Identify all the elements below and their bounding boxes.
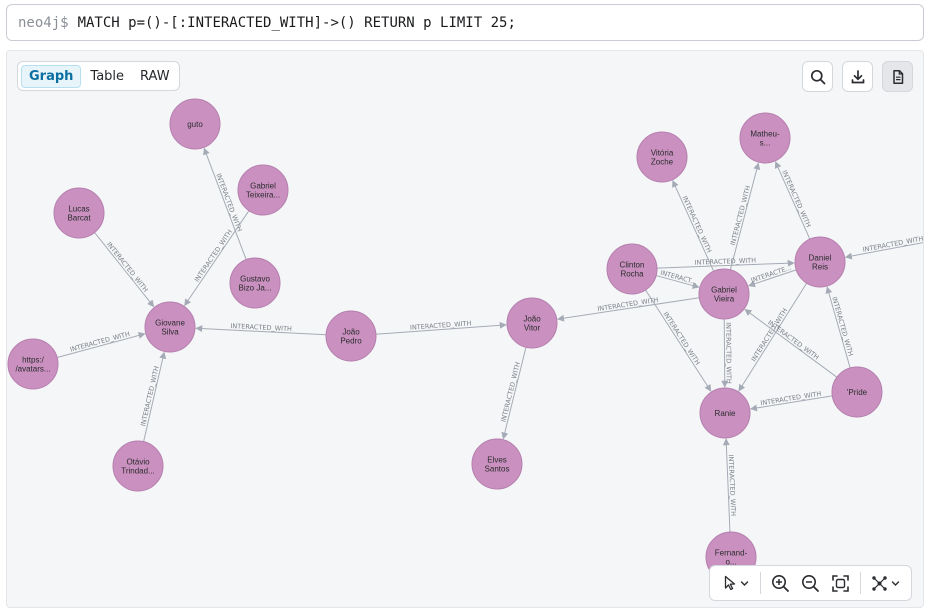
relationship-label: INTERACTED_WITH [105,241,150,294]
node-caption: Zoche [651,158,674,167]
download-icon [851,69,864,83]
node-caption: Elves [487,456,507,465]
node-caption: Vieira [714,295,735,304]
tab-raw[interactable]: RAW [133,66,177,87]
node-caption: Gustavo [240,275,270,284]
node-caption: Silva [161,328,179,337]
node-caption: Matheu- [750,130,780,139]
graph-node[interactable]: LucasBarcat [53,187,105,239]
layout-icon [871,575,887,591]
relationship-label: INTERACTED_WITH [780,169,812,229]
node-caption: Gabriel [711,286,737,295]
fit-to-screen-button[interactable] [826,569,856,597]
relationship-label: INTERACTED_WITH [139,365,161,427]
graph-node[interactable]: GabrielVieira [698,268,750,320]
node-caption: Bizo Ja... [239,284,272,293]
search-button[interactable] [802,61,833,92]
relationship-label: INTERACTED_WITH [760,390,822,408]
node-caption: Giovane [155,319,185,328]
details-panel-button[interactable] [882,61,913,92]
node-caption: guto [187,120,203,129]
node-caption: Santos [485,465,510,474]
fit-screen-icon [832,574,850,592]
relationship-label: INTERACTED_WITH [597,296,659,313]
graph-node[interactable]: ClintonRocha [606,243,658,295]
zoom-in-button[interactable] [765,569,795,597]
node-caption: s... [760,139,771,148]
node-caption: Reis [812,263,828,272]
toolbar-divider [860,572,862,594]
query-editor[interactable]: neo4j$ MATCH p=()-[:INTERACTED_WITH]->()… [6,4,924,41]
interaction-mode-button[interactable] [716,569,756,597]
node-caption: Fernand- [715,549,748,558]
graph-node[interactable]: OtávioTrindad... [112,440,164,492]
cursor-icon [724,575,736,591]
view-mode-tabs: Graph Table RAW [17,61,180,91]
node-caption: Lucas [68,205,89,214]
query-prompt: neo4j$ [18,14,69,31]
node-caption: Vitor [524,324,541,333]
node-caption: João [342,328,360,337]
toolbar-divider [759,572,761,594]
query-text[interactable]: MATCH p=()-[:INTERACTED_WITH]->() RETURN… [78,15,516,31]
node-caption: Gabriel [250,182,276,191]
node-caption: Vitória [651,149,674,158]
chevron-down-icon [740,580,749,586]
relationship-label: INTERACTED_WITH [727,454,738,516]
zoom-out-icon [802,574,819,592]
relationship-label: INTERACT... [659,269,697,287]
tab-graph[interactable]: Graph [21,64,82,88]
graph-node[interactable]: guto [169,98,221,150]
node-caption: https:/ [22,356,45,365]
relationship-label: INTERACTED_WITH [499,361,522,423]
graph-node[interactable]: GiovaneSilva [144,301,196,353]
relationship-label: INTERACTED_WITH [230,322,292,333]
relationship-label: INTERACTED_WITH [729,185,752,247]
graph-node[interactable]: ElvesSantos [471,438,523,490]
node-caption: 'Pride [847,388,868,397]
node-caption: Rocha [620,270,644,279]
node-caption: Otávio [126,458,150,467]
node-caption: Clinton [620,261,645,270]
graph-node[interactable]: VitóriaZoche [636,131,688,183]
graph-node[interactable]: GabrielTeixeira... [237,164,289,216]
relationship-label: INTERACTED_WITH [662,310,702,366]
relationship-label: INTERACTED_WITH [193,228,234,283]
node-caption: Teixeira... [246,191,280,200]
chevron-down-icon [891,580,899,586]
node-caption: Trindad... [121,467,155,476]
relationship-label: INTERACTED_WITH [724,322,733,384]
document-icon [892,69,903,84]
graph-node[interactable]: Ranie [699,387,751,439]
relationship-label: INTERACTED_WITH [830,296,855,357]
node-caption: Ranie [715,409,736,418]
download-button[interactable] [842,61,873,92]
graph-node[interactable]: GustavoBizo Ja... [229,257,281,309]
graph-node[interactable]: DanielReis [794,236,846,288]
graph-canvas[interactable]: INTERACTED_WITHINTERACTED_WITHINTERACTED… [7,51,924,608]
relationship-label: INTERACTED_WITH [766,319,820,362]
layout-options-button[interactable] [865,569,905,597]
result-panel: INTERACTED_WITH INTERACTED_WITH INTERACTED… [6,50,924,608]
zoom-out-button[interactable] [795,569,825,597]
node-caption: Daniel [809,254,832,263]
search-icon [810,69,825,84]
graph-node[interactable]: JoãoVitor [506,297,558,349]
tab-table[interactable]: Table [83,66,131,87]
graph-node[interactable]: Matheu-s... [739,112,791,164]
graph-node[interactable]: JoãoPedro [325,310,377,362]
graph-node[interactable]: https://avatars... [7,338,59,390]
node-caption: Pedro [340,337,362,346]
graph-controls [709,565,912,601]
node-caption: Barcat [67,214,91,223]
relationship-label: INTERACTED_WITH [69,330,131,354]
graph-node[interactable]: 'Pride [831,366,883,418]
relationship-label: INTERACTED_WITH [681,195,714,254]
zoom-in-icon [771,574,789,592]
node-caption: João [523,315,541,324]
relationship-label: INTERACTE... [750,264,793,285]
result-toolbar [802,61,913,92]
node-caption: /avatars... [15,365,50,374]
